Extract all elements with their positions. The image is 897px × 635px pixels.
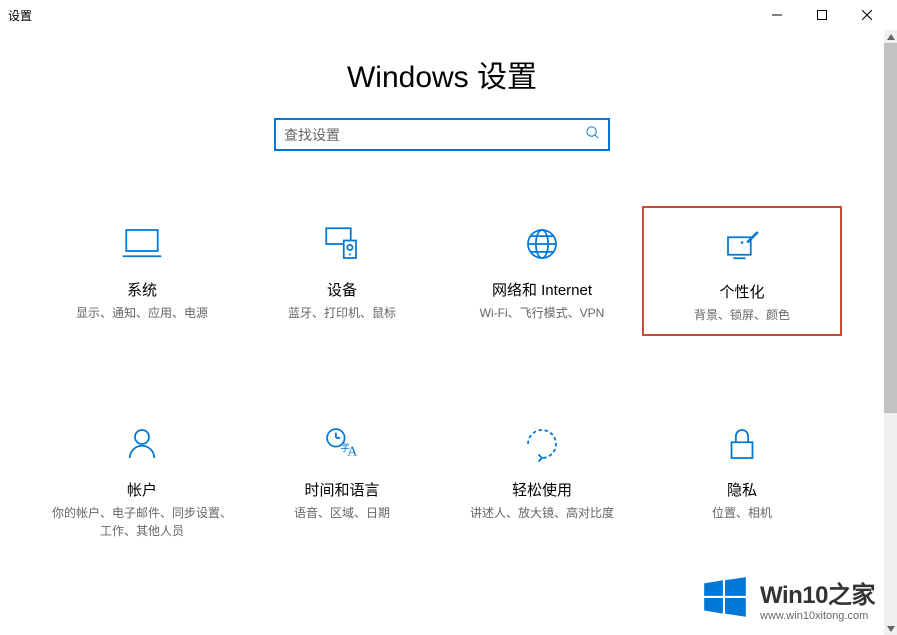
search-input[interactable]	[284, 127, 585, 143]
minimize-button[interactable]	[754, 0, 799, 30]
scroll-down-icon[interactable]	[884, 622, 897, 635]
tile-update[interactable]	[42, 620, 242, 635]
tile-title: 个性化	[719, 281, 764, 302]
page-title: Windows 设置	[0, 52, 884, 96]
tile-desc: 讲述人、放大镜、高对比度	[470, 504, 614, 522]
tile-title: 网络和 Internet	[492, 279, 592, 300]
tile-desc: 背景、锁屏、颜色	[694, 306, 790, 324]
tile-title: 时间和语言	[304, 479, 379, 500]
tile-accounts[interactable]: 帐户 你的帐户、电子邮件、同步设置、工作、其他人员	[42, 406, 242, 550]
tile-desc: 语音、区域、日期	[294, 504, 390, 522]
user-icon	[121, 421, 163, 467]
window-title: 设置	[8, 7, 32, 24]
tile-desc: Wi-Fi、飞行模式、VPN	[480, 304, 605, 322]
tile-network[interactable]: 网络和 Internet Wi-Fi、飞行模式、VPN	[442, 206, 642, 336]
lock-icon	[721, 421, 763, 467]
scroll-up-icon[interactable]	[884, 30, 897, 43]
tile-privacy[interactable]: 隐私 位置、相机	[642, 406, 842, 550]
tile-title: 系统	[127, 279, 157, 300]
personalization-icon	[721, 223, 763, 269]
tile-desc: 显示、通知、应用、电源	[76, 304, 208, 322]
close-icon	[862, 10, 872, 20]
devices-icon	[321, 221, 363, 267]
globe-icon	[521, 221, 563, 267]
close-button[interactable]	[844, 0, 889, 30]
windows-logo-icon	[700, 573, 750, 623]
tile-desc: 你的帐户、电子邮件、同步设置、工作、其他人员	[47, 504, 237, 540]
scrollbar-thumb[interactable]	[884, 43, 897, 413]
minimize-icon	[772, 10, 782, 20]
tile-title: 设备	[327, 279, 357, 300]
watermark-url: www.win10xitong.com	[760, 610, 875, 622]
search-box[interactable]	[274, 118, 610, 151]
main-content: Windows 设置 系统 显示、通知、应用、电源	[0, 30, 884, 635]
scrollbar[interactable]	[884, 30, 897, 635]
ease-of-access-icon	[521, 421, 563, 467]
tile-time-language[interactable]: A字 时间和语言 语音、区域、日期	[242, 406, 442, 550]
svg-text:字: 字	[340, 442, 350, 454]
tile-ease-of-access[interactable]: 轻松使用 讲述人、放大镜、高对比度	[442, 406, 642, 550]
titlebar: 设置	[0, 0, 897, 30]
tile-devices[interactable]: 设备 蓝牙、打印机、鼠标	[242, 206, 442, 336]
tile-desc: 蓝牙、打印机、鼠标	[288, 304, 396, 322]
watermark: Win10之家 www.win10xitong.com	[700, 573, 875, 623]
tile-title: 帐户	[127, 479, 157, 500]
system-icon	[121, 221, 163, 267]
watermark-title: Win10之家	[760, 575, 875, 610]
tile-system[interactable]: 系统 显示、通知、应用、电源	[42, 206, 242, 336]
search-wrap	[0, 118, 884, 151]
tile-desc: 位置、相机	[712, 504, 772, 522]
tile-title: 隐私	[727, 479, 757, 500]
tile-title: 轻松使用	[512, 479, 572, 500]
time-language-icon: A字	[321, 421, 363, 467]
settings-tiles: 系统 显示、通知、应用、电源 设备 蓝牙、打印机、鼠标 网络和 Internet…	[0, 206, 884, 635]
search-icon	[585, 125, 600, 145]
maximize-icon	[817, 10, 827, 20]
tile-personalization[interactable]: 个性化 背景、锁屏、颜色	[642, 206, 842, 336]
maximize-button[interactable]	[799, 0, 844, 30]
